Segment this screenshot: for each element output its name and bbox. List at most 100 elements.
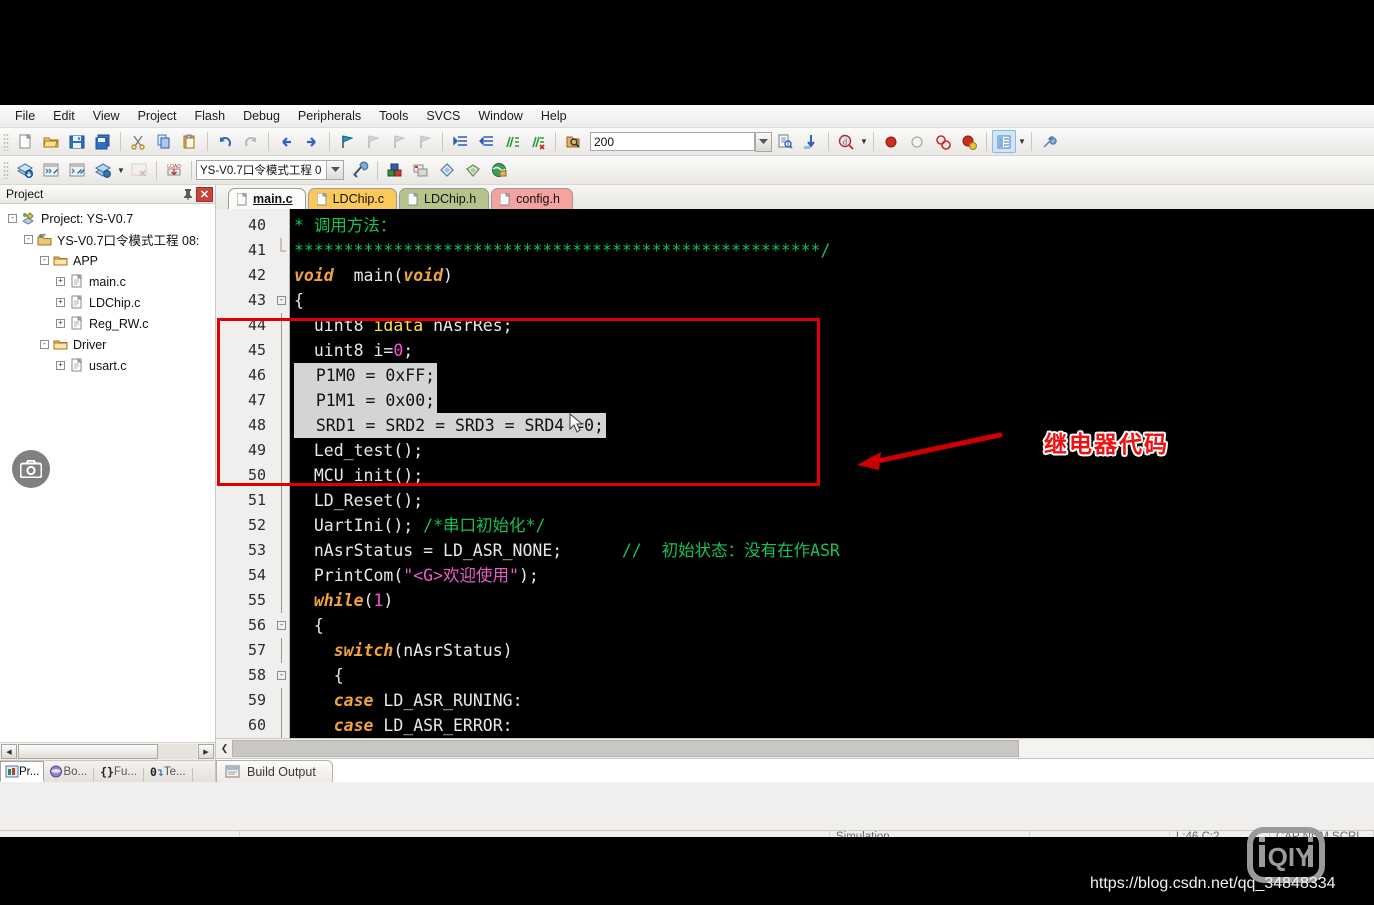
code-line[interactable]: UartIni(); /*串口初始化*/ — [290, 513, 1374, 538]
doc-tab-ldchip-c[interactable]: LDChip.c — [307, 188, 398, 209]
indent-icon[interactable] — [448, 130, 472, 153]
expander-icon[interactable]: - — [24, 235, 33, 244]
project-window-icon[interactable] — [992, 130, 1016, 153]
screenshot-camera-button[interactable] — [12, 450, 50, 488]
scrollbar-track[interactable] — [18, 744, 197, 759]
navigate-back-icon[interactable] — [274, 130, 298, 153]
menu-item-peripherals[interactable]: Peripherals — [289, 107, 370, 125]
code-line[interactable]: switch(nAsrStatus) — [290, 638, 1374, 663]
toolbar-grip[interactable] — [3, 161, 9, 179]
expander-icon[interactable]: + — [56, 361, 65, 370]
bookmark-next-icon[interactable] — [387, 130, 411, 153]
comment-icon[interactable] — [500, 130, 524, 153]
batch-build-icon[interactable] — [91, 159, 115, 182]
bookmark-toggle-icon[interactable] — [335, 130, 359, 153]
configure-icon[interactable] — [1037, 130, 1061, 153]
tree-node-group-app[interactable]: - APP — [0, 250, 215, 271]
code-editor[interactable]: 40 41 42 43 44 45 46 47 48 49 50 51 52 53 54 55 56 57 58 59… — [216, 209, 1374, 738]
breakpoint-disable-all-icon[interactable] — [957, 130, 981, 153]
outdent-icon[interactable] — [474, 130, 498, 153]
build-output-tab[interactable]: Build Output — [216, 760, 333, 782]
tree-node-file-main-c[interactable]: + main.c — [0, 271, 215, 292]
save-all-icon[interactable] — [91, 130, 115, 153]
menu-item-debug[interactable]: Debug — [234, 107, 289, 125]
code-line[interactable]: MCU_init(); — [290, 463, 1374, 488]
code-line[interactable]: PrintCom("<G>欢迎使用"); — [290, 563, 1374, 588]
menu-item-flash[interactable]: Flash — [185, 107, 234, 125]
code-folding-column[interactable]: - - - — [274, 209, 290, 738]
panel-tab-functions[interactable]: {} Fu... — [95, 761, 142, 782]
multi-project-icon[interactable] — [409, 159, 433, 182]
expander-icon[interactable]: - — [8, 214, 17, 223]
scroll-left-arrow-icon[interactable]: ❮ — [217, 740, 232, 757]
code-line[interactable]: SRD1 = SRD2 = SRD3 = SRD4 =0; — [290, 413, 1374, 438]
toolbar-grip[interactable] — [3, 132, 9, 151]
panel-tab-books[interactable]: Bo... — [44, 761, 92, 782]
editor-hscrollbar[interactable]: ❮ — [216, 738, 1374, 758]
fold-collapse-icon[interactable]: - — [274, 288, 289, 313]
code-line[interactable]: { — [290, 663, 1374, 688]
undo-icon[interactable] — [213, 130, 237, 153]
breakpoint-insert-icon[interactable] — [879, 130, 903, 153]
code-line[interactable]: P1M1 = 0x00; — [290, 388, 1374, 413]
download-icon[interactable]: LOAD — [162, 159, 186, 182]
scrollbar-thumb[interactable] — [232, 740, 1020, 757]
scroll-left-arrow-icon[interactable]: ◀ — [1, 744, 17, 759]
navigate-forward-icon[interactable] — [300, 130, 324, 153]
chevron-down-icon[interactable] — [326, 161, 343, 179]
tree-node-file-ldchip-c[interactable]: + LDChip.c — [0, 292, 215, 313]
doc-tab-config-h[interactable]: config.h — [491, 188, 573, 209]
panel-tab-templates[interactable]: 0↴ Te... — [145, 761, 191, 782]
code-line[interactable]: ****************************************… — [290, 238, 1374, 263]
menu-item-edit[interactable]: Edit — [44, 107, 84, 125]
menu-item-window[interactable]: Window — [469, 107, 531, 125]
code-line[interactable]: P1M0 = 0xFF; — [290, 363, 1374, 388]
target-selector[interactable]: YS-V0.7口令模式工程 0 — [196, 160, 344, 180]
tree-node-file-usart-c[interactable]: + usart.c — [0, 355, 215, 376]
breakpoint-kill-all-icon[interactable] — [931, 130, 955, 153]
panel-tab-project[interactable]: Pr... — [0, 761, 45, 782]
menu-item-file[interactable]: File — [6, 107, 44, 125]
browse-symbols-icon[interactable]: d — [834, 130, 858, 153]
cut-icon[interactable] — [126, 130, 150, 153]
menu-item-view[interactable]: View — [84, 107, 129, 125]
target-options-icon[interactable] — [348, 159, 372, 182]
find-history-dropdown[interactable] — [755, 131, 772, 152]
manage-components-icon[interactable] — [383, 159, 407, 182]
pin-icon[interactable] — [180, 186, 196, 202]
redo-icon[interactable] — [239, 130, 263, 153]
code-text[interactable]: * 调用方法： *********************************… — [290, 209, 1374, 738]
menu-item-project[interactable]: Project — [129, 107, 186, 125]
project-tree-hscrollbar[interactable]: ◀ ▶ — [0, 742, 215, 760]
code-line[interactable]: void main(void) — [290, 263, 1374, 288]
code-line[interactable]: nAsrStatus = LD_ASR_NONE; // 初始状态：没有在作AS… — [290, 538, 1374, 563]
scrollbar-track[interactable] — [232, 740, 1373, 757]
tree-node-target[interactable]: - YS-V0.7口令模式工程 08: — [0, 229, 215, 250]
menu-item-svcs[interactable]: SVCS — [417, 107, 469, 125]
open-file-icon[interactable] — [39, 130, 63, 153]
bookmark-prev-icon[interactable] — [361, 130, 385, 153]
translate-icon[interactable] — [13, 159, 37, 182]
batch-build-caret[interactable]: ▼ — [116, 159, 126, 182]
save-icon[interactable] — [65, 130, 89, 153]
doc-tab-main-c[interactable]: main.c — [228, 188, 306, 209]
code-line[interactable]: { — [290, 613, 1374, 638]
code-line[interactable]: case LD_ASR_ERROR: — [290, 713, 1374, 738]
new-file-icon[interactable] — [13, 130, 37, 153]
tree-node-project[interactable]: - Project: YS-V0.7 — [0, 208, 215, 229]
code-line[interactable]: LD_Reset(); — [290, 488, 1374, 513]
manage-run-env-icon[interactable] — [487, 159, 511, 182]
find-in-files-icon[interactable] — [561, 130, 585, 153]
browse-symbols-caret[interactable]: ▼ — [859, 130, 869, 153]
tree-node-file-reg-rw-c[interactable]: + Reg_RW.c — [0, 313, 215, 334]
code-line[interactable]: case LD_ASR_RUNING: — [290, 688, 1374, 713]
rebuild-icon[interactable] — [65, 159, 89, 182]
uncomment-icon[interactable] — [526, 130, 550, 153]
menu-item-tools[interactable]: Tools — [370, 107, 417, 125]
find-next-icon[interactable] — [773, 130, 797, 153]
close-icon[interactable]: ✕ — [196, 186, 213, 202]
expander-icon[interactable]: + — [56, 319, 65, 328]
code-line[interactable]: * 调用方法： — [290, 213, 1374, 238]
expander-icon[interactable]: + — [56, 277, 65, 286]
incremental-find-icon[interactable] — [799, 130, 823, 153]
